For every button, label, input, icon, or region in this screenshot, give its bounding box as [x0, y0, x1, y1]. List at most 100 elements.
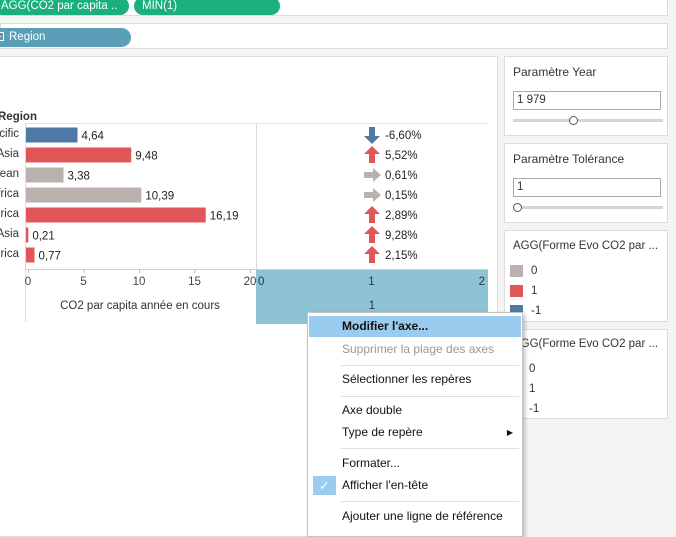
param-tolerance-title: Paramètre Tolérance: [513, 152, 625, 166]
bar-data-label: 16,19: [210, 211, 239, 223]
pane-divider: [256, 123, 257, 269]
shape-legend-item[interactable]: 0: [529, 362, 535, 376]
axis-tick-label: 10: [133, 276, 146, 288]
axis-tick-label: 5: [80, 276, 86, 288]
bar-data-label: 3,38: [68, 171, 90, 183]
row-label: Asia: [0, 148, 20, 160]
change-value-label: 2,89%: [385, 210, 418, 222]
axis-tick: [194, 269, 196, 273]
color-swatch: [510, 264, 523, 277]
menu-item-label: Afficher l'en-tête: [342, 478, 429, 492]
color-legend-label: 0: [531, 265, 538, 277]
shape-legend-label: -1: [529, 403, 540, 415]
rows-pill-co2[interactable]: AGG(CO2 par capita ..: [0, 0, 129, 15]
axis-tick-label: 0: [258, 276, 264, 288]
row-label: Ocean: [0, 168, 19, 180]
change-value-label: 9,28%: [385, 230, 418, 242]
change-value-label: 0,15%: [385, 190, 418, 202]
menu-item-label: Supprimer la plage des axes: [342, 342, 495, 356]
param-year-slider-track[interactable]: [513, 119, 663, 122]
arrow-up-icon: [364, 246, 380, 263]
menu-item-mark-type[interactable]: Type de repère ▶: [309, 422, 521, 443]
axis-tick: [83, 269, 85, 273]
param-year-title: Paramètre Year: [513, 65, 597, 79]
color-legend-label: -1: [531, 305, 542, 317]
menu-item-label: Sélectionner les repères: [342, 372, 472, 386]
param-year-slider-thumb[interactable]: [568, 116, 578, 125]
axis-baseline: [26, 269, 488, 270]
axis-tick-label: 1: [368, 276, 374, 288]
axis-tick: [139, 269, 140, 273]
region-pill-label: Region: [9, 31, 46, 43]
pane-left-border: [25, 123, 26, 322]
param-tolerance-card: Paramètre Tolérance 1: [504, 143, 668, 223]
menu-item-add-reference-line[interactable]: Ajouter une ligne de référence: [309, 506, 521, 527]
arrow-up-icon: [364, 206, 380, 223]
arrow-up-icon: [364, 146, 380, 163]
menu-item-label: Formater...: [342, 456, 401, 470]
row-label: America: [0, 208, 20, 220]
color-legend-item[interactable]: 0: [510, 264, 537, 278]
axis-tick-label: 0: [25, 276, 31, 288]
bar-data-label: 9,48: [135, 151, 157, 163]
param-year-card: Paramètre Year 1 979: [504, 56, 668, 136]
bar-data-label: 0,21: [32, 231, 54, 243]
shape-legend-item[interactable]: 1: [529, 382, 535, 396]
menu-item-show-header[interactable]: ✓ Afficher l'en-tête: [309, 475, 521, 496]
bar: [26, 147, 132, 163]
arrow-right-icon: [364, 168, 381, 182]
row-label: America: [0, 248, 20, 260]
bar: [26, 127, 78, 143]
shape-legend-label: 1: [529, 383, 536, 395]
region-pill[interactable]: + Region: [0, 28, 131, 47]
bar: [26, 247, 35, 263]
axis-tick: [250, 269, 251, 273]
param-tolerance-input[interactable]: 1: [513, 178, 661, 197]
change-value-label: 5,52%: [385, 150, 418, 162]
shape-legend-title: AGG(Forme Evo CO2 par ...: [513, 338, 659, 350]
bar: [26, 227, 29, 243]
context-menu: Modifier l'axe... Supprimer la plage des…: [307, 312, 523, 537]
rows-pill-co2-label: AGG(CO2 par capita ..: [1, 0, 118, 12]
menu-item-remove-axis-range: Supprimer la plage des axes: [309, 339, 521, 360]
menu-separator: [341, 396, 519, 397]
color-swatch: [510, 284, 523, 297]
x-axis-title: CO2 par capita année en cours: [60, 300, 220, 312]
color-legend-label: 1: [531, 285, 538, 297]
arrow-down-icon: [364, 127, 380, 144]
menu-item-label: Axe double: [342, 403, 403, 417]
bar: [26, 207, 206, 223]
menu-separator: [341, 448, 519, 449]
color-legend-title: AGG(Forme Evo CO2 par ...: [513, 240, 659, 252]
x-axis-title: 1: [369, 300, 375, 312]
menu-item-format[interactable]: Formater...: [309, 453, 521, 474]
plus-icon: +: [0, 32, 4, 42]
detail-shelf[interactable]: + Region: [0, 23, 668, 49]
color-legend-item[interactable]: 1: [510, 284, 537, 298]
tableau-workspace: AGG(CO2 par capita .. MIN(1) + Region Reg…: [0, 0, 676, 537]
row-header-title: Region: [0, 111, 37, 123]
axis-tick-label: 15: [188, 276, 201, 288]
menu-separator: [341, 501, 519, 502]
bar: [26, 187, 142, 203]
param-year-input[interactable]: 1 979: [513, 91, 661, 110]
change-value-label: -6,60%: [385, 130, 421, 142]
arrow-up-icon: [364, 226, 380, 243]
change-value-label: 0,61%: [385, 170, 418, 182]
menu-item-select-marks[interactable]: Sélectionner les repères: [309, 369, 521, 390]
menu-item-dual-axis[interactable]: Axe double: [309, 400, 521, 421]
param-tolerance-slider-track[interactable]: [513, 206, 663, 209]
color-legend-card: AGG(Forme Evo CO2 par ... 0 1 -1: [504, 230, 668, 322]
param-tolerance-slider-thumb[interactable]: [513, 203, 522, 212]
menu-item-label: Ajouter une ligne de référence: [342, 509, 503, 523]
menu-item-edit-axis[interactable]: Modifier l'axe...: [309, 316, 521, 337]
rows-pill-min-label: MIN(1): [142, 0, 178, 12]
rows-shelf[interactable]: AGG(CO2 par capita .. MIN(1): [0, 0, 668, 16]
rows-pill-min[interactable]: MIN(1): [134, 0, 280, 15]
shape-legend-item[interactable]: -1: [529, 402, 539, 416]
bar: [26, 167, 64, 183]
shape-legend-card: AGG(Forme Evo CO2 par ... 0 1 -1: [504, 329, 668, 419]
bar-data-label: 0,77: [39, 251, 61, 263]
menu-item-label: Type de repère: [342, 425, 423, 439]
menu-separator: [341, 365, 519, 366]
